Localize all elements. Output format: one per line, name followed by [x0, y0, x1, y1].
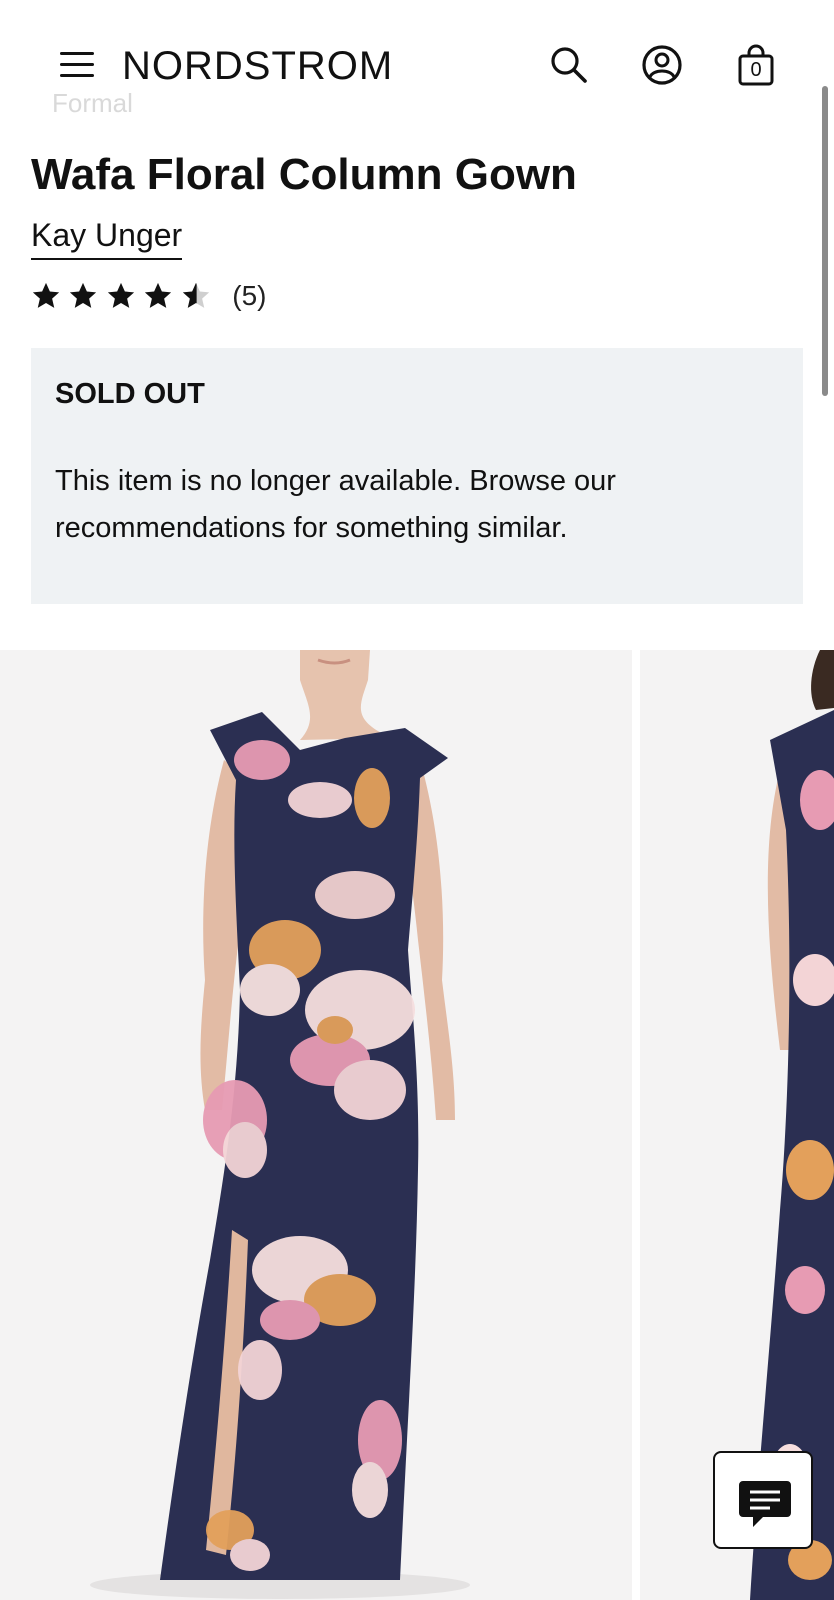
chat-icon [739, 1481, 791, 1527]
scrollbar[interactable] [822, 86, 828, 396]
star-rating[interactable]: (5) [31, 280, 267, 320]
product-title: Wafa Floral Column Gown [31, 150, 577, 199]
chat-button[interactable] [713, 1451, 813, 1549]
product-image-gallery[interactable] [0, 650, 834, 1600]
hamburger-menu-icon[interactable] [60, 50, 94, 80]
review-count[interactable]: (5) [232, 280, 266, 311]
shopping-bag-button[interactable]: 0 [736, 44, 776, 88]
nordstrom-logo[interactable]: NORDSTROM [122, 44, 393, 89]
breadcrumb[interactable]: Formal [52, 88, 133, 119]
model-in-gown-image [90, 650, 470, 1599]
search-icon[interactable] [548, 44, 590, 86]
sold-out-panel: SOLD OUT This item is no longer availabl… [31, 348, 803, 604]
star-icon [32, 282, 60, 308]
star-icon [70, 282, 97, 308]
bag-count: 0 [750, 59, 762, 81]
product-image-front[interactable] [0, 650, 632, 1600]
brand-link[interactable]: Kay Unger [31, 216, 183, 260]
half-star-icon [182, 282, 209, 308]
sold-out-message: This item is no longer available. Browse… [55, 465, 616, 544]
sold-out-heading: SOLD OUT [55, 378, 205, 410]
star-icon [145, 282, 172, 308]
star-icon [107, 282, 135, 308]
account-icon[interactable] [641, 44, 683, 86]
